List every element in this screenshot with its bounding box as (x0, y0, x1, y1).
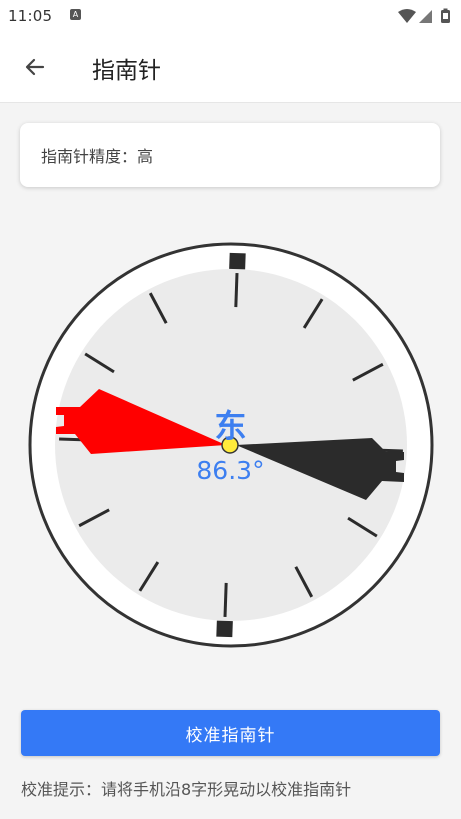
compass-center-dot (221, 436, 239, 454)
compass-marker-bottom (216, 620, 233, 638)
notification-icon: A (70, 9, 81, 20)
accuracy-card: 指南针精度：高 (20, 123, 440, 187)
calibrate-button[interactable]: 校准指南针 (21, 710, 440, 756)
cellular-signal-icon (419, 10, 432, 23)
compass-tick (234, 273, 239, 308)
status-bar: 11:05 A (0, 0, 461, 32)
calibration-hint: 校准提示：请将手机沿8字形晃动以校准指南针 (21, 780, 352, 799)
page-title: 指南针 (92, 58, 161, 84)
compass-marker-top (229, 252, 246, 270)
battery-icon (441, 8, 450, 23)
wifi-icon (398, 9, 416, 23)
status-icons (398, 8, 450, 23)
arrow-left-icon (25, 58, 45, 76)
compass-tick (223, 582, 228, 617)
compass-dial (28, 242, 434, 648)
status-time: 11:05 (8, 7, 53, 25)
back-button[interactable] (18, 52, 52, 82)
app-bar: 指南针 (0, 32, 461, 103)
accuracy-text: 指南针精度：高 (41, 147, 154, 166)
